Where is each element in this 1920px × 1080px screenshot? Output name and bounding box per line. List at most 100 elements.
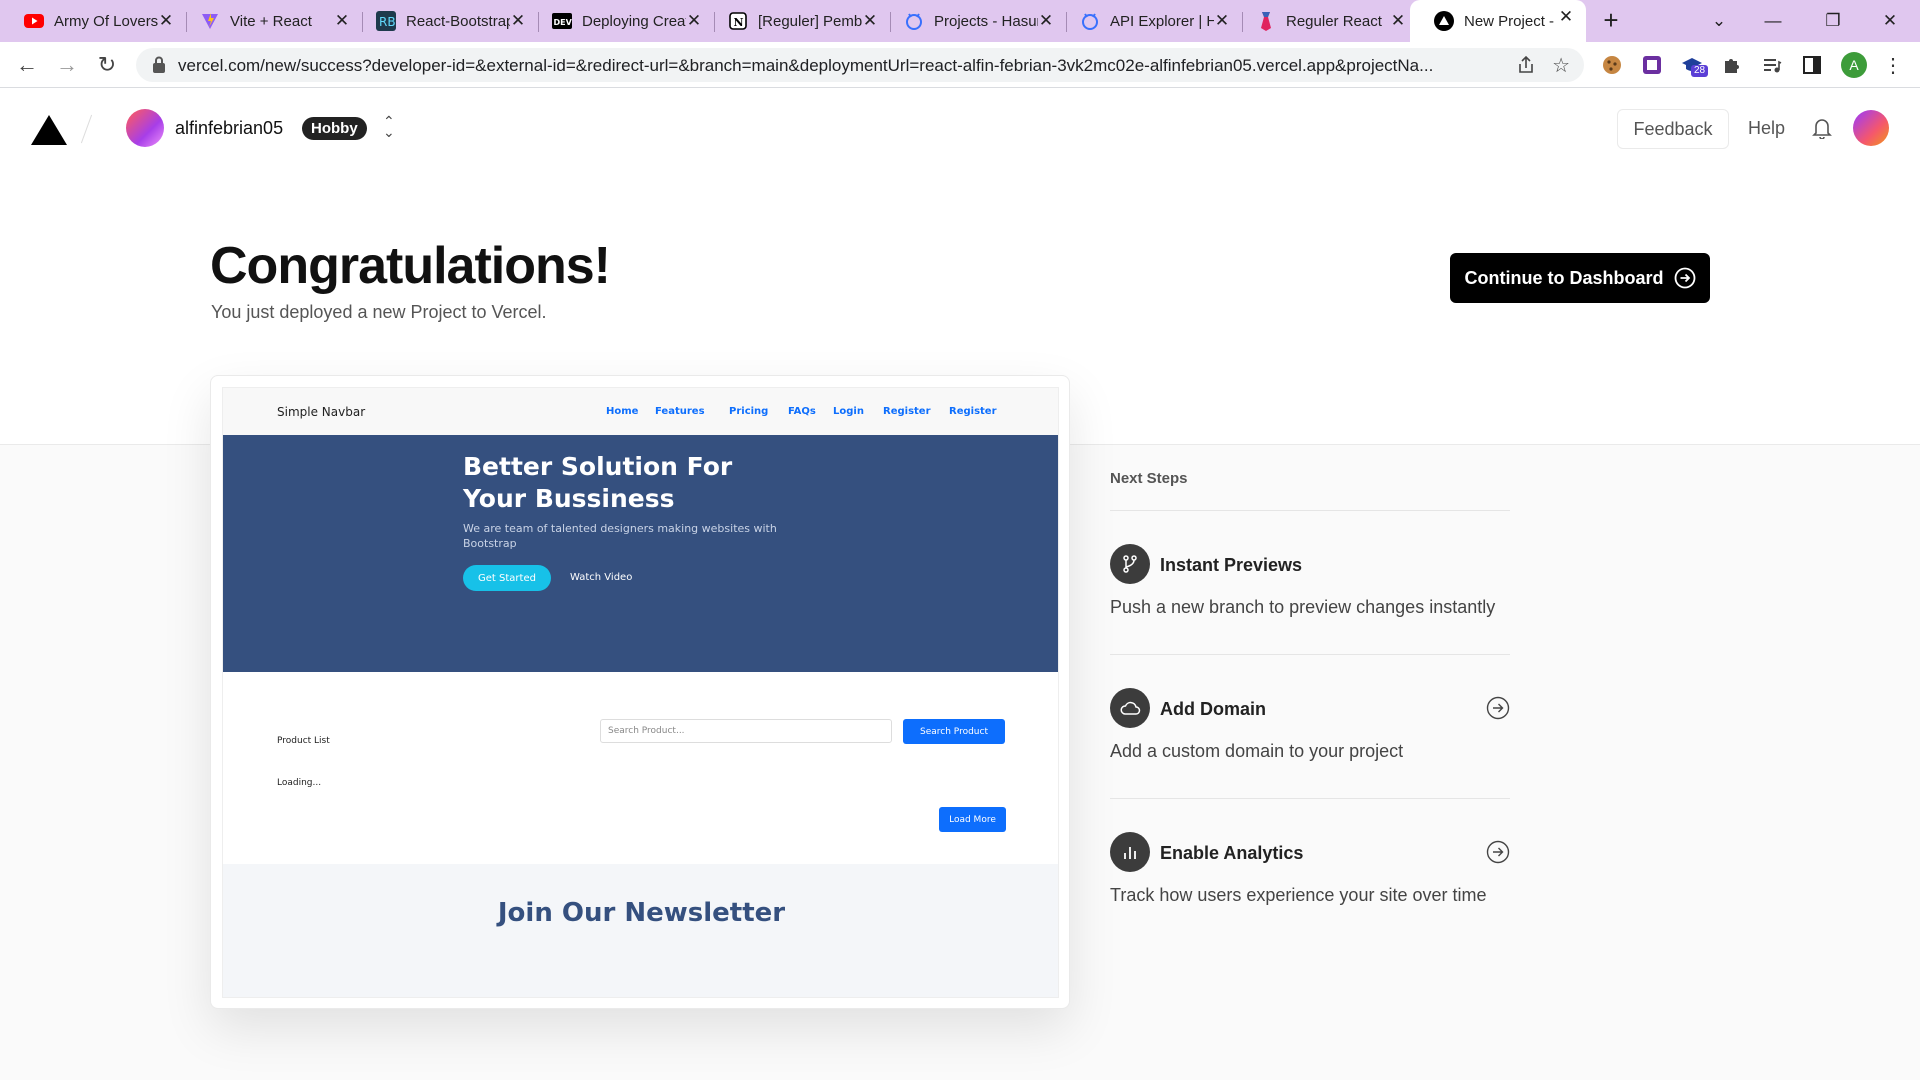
browser-tab[interactable]: Vite + React ✕ bbox=[176, 4, 362, 38]
browser-tab[interactable]: Projects - Hasura ✕ bbox=[880, 4, 1066, 38]
browser-tab-active[interactable]: New Project - Vercel ✕ bbox=[1410, 0, 1586, 42]
profile-avatar[interactable]: A bbox=[1841, 52, 1867, 78]
preview-nav-link: FAQs bbox=[788, 406, 816, 417]
preview-search-button: Search Product bbox=[903, 719, 1005, 744]
browser-menu-icon[interactable]: ⋮ bbox=[1882, 54, 1904, 77]
next-step-description: Add a custom domain to your project bbox=[1110, 741, 1404, 761]
browser-tab[interactable]: Army Of Lovers ✕ bbox=[0, 4, 186, 38]
cloud-icon bbox=[1110, 688, 1150, 728]
reload-icon[interactable]: ↻ bbox=[92, 50, 122, 80]
deployment-preview-card[interactable]: Simple Navbar Home Features Pricing FAQs… bbox=[210, 375, 1070, 1009]
preview-hero-text: We are team of talented designers making… bbox=[463, 522, 777, 550]
close-tab-icon[interactable]: ✕ bbox=[684, 11, 704, 31]
close-tab-icon[interactable]: ✕ bbox=[508, 11, 528, 31]
share-icon[interactable] bbox=[1516, 55, 1536, 80]
arrow-circle-right-icon[interactable] bbox=[1486, 696, 1510, 725]
browser-tab[interactable]: Reguler React ✕ bbox=[1232, 4, 1418, 38]
browser-tab[interactable]: N [Reguler] Pemb ✕ bbox=[704, 4, 890, 38]
restore-icon[interactable]: ❐ bbox=[1820, 8, 1846, 34]
tie-icon bbox=[1256, 11, 1276, 31]
browser-tab[interactable]: DEV Deploying Create ✕ bbox=[528, 4, 714, 38]
new-tab-button[interactable]: + bbox=[1598, 7, 1624, 34]
hasura-icon bbox=[904, 11, 924, 31]
graduation-extension-icon[interactable]: 28 bbox=[1681, 54, 1709, 77]
close-tab-icon[interactable]: ✕ bbox=[1556, 7, 1576, 27]
preview-newsletter-title: Join Our Newsletter bbox=[497, 898, 786, 928]
next-steps-heading: Next Steps bbox=[1110, 470, 1510, 511]
lock-icon[interactable] bbox=[152, 56, 166, 79]
bookmark-star-icon[interactable]: ☆ bbox=[1552, 53, 1570, 78]
svg-text:RB: RB bbox=[379, 15, 396, 29]
help-link[interactable]: Help bbox=[1748, 118, 1785, 139]
deployment-preview: Simple Navbar Home Features Pricing FAQs… bbox=[222, 387, 1059, 998]
close-tab-icon[interactable]: ✕ bbox=[1212, 11, 1232, 31]
vercel-header: alfinfebrian05 Hobby ⌃ ⌄ Feedback Help bbox=[0, 88, 1920, 170]
cookie-extension-icon[interactable] bbox=[1601, 54, 1623, 76]
next-step-add-domain[interactable]: Add Domain Add a custom domain to your p… bbox=[1110, 655, 1510, 799]
continue-to-dashboard-button[interactable]: Continue to Dashboard bbox=[1450, 253, 1710, 303]
preview-hero-title: Better Solution For Your Bussiness bbox=[463, 452, 733, 513]
vercel-icon bbox=[1434, 11, 1454, 31]
chevron-up-down-icon[interactable]: ⌃ ⌄ bbox=[383, 114, 395, 139]
preview-load-more-button: Load More bbox=[939, 807, 1006, 832]
tab-title: [Reguler] Pemb bbox=[758, 12, 862, 30]
tab-title: Deploying Create bbox=[582, 12, 686, 30]
close-tab-icon[interactable]: ✕ bbox=[860, 11, 880, 31]
close-tab-icon[interactable]: ✕ bbox=[156, 11, 176, 31]
tab-title: New Project - Vercel bbox=[1464, 12, 1556, 30]
svg-text:DEV: DEV bbox=[554, 18, 573, 27]
team-avatar[interactable] bbox=[126, 109, 164, 147]
next-steps-panel: Next Steps Instant Previews Push a new b… bbox=[1110, 470, 1510, 943]
preview-brand: Simple Navbar bbox=[277, 405, 366, 419]
vite-icon bbox=[200, 11, 220, 31]
puzzle-extensions-icon[interactable] bbox=[1721, 54, 1743, 76]
vercel-logo-icon[interactable] bbox=[30, 114, 68, 151]
tab-title: Vite + React bbox=[230, 12, 312, 30]
extension-badge: 28 bbox=[1691, 65, 1709, 77]
media-queue-icon[interactable] bbox=[1761, 54, 1783, 76]
next-step-title: Enable Analytics bbox=[1160, 843, 1304, 863]
vercel-page: alfinfebrian05 Hobby ⌃ ⌄ Feedback Help Co… bbox=[0, 88, 1920, 1080]
preview-nav-link: Login bbox=[833, 406, 864, 417]
close-tab-icon[interactable]: ✕ bbox=[332, 11, 352, 31]
bell-icon[interactable] bbox=[1812, 117, 1832, 144]
browser-tab[interactable]: RB React-Bootstrap ✕ bbox=[352, 4, 538, 38]
arrow-circle-right-icon[interactable] bbox=[1486, 840, 1510, 869]
preview-nav-link: Pricing bbox=[729, 406, 769, 417]
next-step-enable-analytics[interactable]: Enable Analytics Track how users experie… bbox=[1110, 799, 1510, 943]
address-bar[interactable]: vercel.com/new/success?developer-id=&ext… bbox=[136, 48, 1584, 82]
preview-hero: Better Solution For Your Bussiness We ar… bbox=[223, 435, 1058, 672]
close-tab-icon[interactable]: ✕ bbox=[1036, 11, 1056, 31]
close-window-icon[interactable]: ✕ bbox=[1877, 8, 1903, 34]
notion-icon: N bbox=[728, 11, 748, 31]
hasura-icon bbox=[1080, 11, 1100, 31]
next-step-instant-previews[interactable]: Instant Previews Push a new branch to pr… bbox=[1110, 511, 1510, 655]
screen-extension-icon[interactable] bbox=[1641, 54, 1663, 76]
git-branch-icon bbox=[1110, 544, 1150, 584]
preview-get-started-button: Get Started bbox=[463, 565, 551, 591]
team-name[interactable]: alfinfebrian05 bbox=[175, 118, 283, 139]
continue-button-label: Continue to Dashboard bbox=[1464, 267, 1664, 288]
browser-tab[interactable]: API Explorer | H ✕ bbox=[1056, 4, 1242, 38]
close-tab-icon[interactable]: ✕ bbox=[1388, 11, 1408, 31]
svg-text:N: N bbox=[734, 16, 744, 29]
dev-icon: DEV bbox=[552, 11, 572, 31]
next-step-title: Add Domain bbox=[1160, 699, 1266, 719]
page-subtitle: You just deployed a new Project to Verce… bbox=[211, 302, 547, 322]
preview-nav-link: Register bbox=[949, 406, 997, 417]
feedback-button[interactable]: Feedback bbox=[1617, 109, 1729, 149]
minimize-icon[interactable]: — bbox=[1760, 8, 1786, 34]
preview-nav-link: Features bbox=[655, 406, 705, 417]
side-panel-icon[interactable] bbox=[1801, 54, 1823, 76]
url-text[interactable]: vercel.com/new/success?developer-id=&ext… bbox=[178, 56, 1518, 76]
react-bootstrap-icon: RB bbox=[376, 11, 396, 31]
forward-icon[interactable]: → bbox=[52, 50, 82, 80]
tab-search-icon[interactable]: ⌄ bbox=[1706, 8, 1732, 34]
preview-nav-link: Home bbox=[606, 406, 639, 417]
next-step-title: Instant Previews bbox=[1160, 555, 1303, 575]
browser-tab-strip: Army Of Lovers ✕ Vite + React ✕ RB React… bbox=[0, 0, 1920, 42]
user-avatar[interactable] bbox=[1853, 110, 1889, 146]
breadcrumb-divider bbox=[80, 114, 93, 144]
tab-title: React-Bootstrap bbox=[406, 12, 510, 30]
back-icon[interactable]: ← bbox=[12, 50, 42, 80]
